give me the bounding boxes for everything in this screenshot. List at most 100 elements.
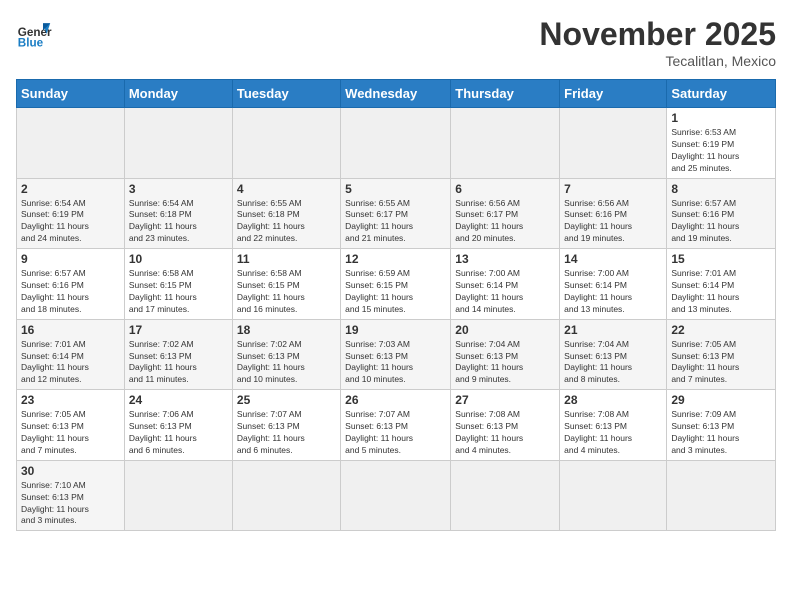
calendar-cell: 16 Sunrise: 7:01 AM Sunset: 6:14 PM Dayli… bbox=[17, 319, 125, 390]
weekday-header-wednesday: Wednesday bbox=[341, 80, 451, 108]
calendar-cell: 5 Sunrise: 6:55 AM Sunset: 6:17 PM Daylig… bbox=[341, 178, 451, 249]
day-info: Sunrise: 7:08 AM Sunset: 6:13 PM Dayligh… bbox=[455, 409, 555, 457]
day-number: 28 bbox=[564, 393, 662, 407]
calendar-week-5: 23Sunrise: 7:05 AM Sunset: 6:13 PM Dayli… bbox=[17, 390, 776, 461]
calendar-cell: 13Sunrise: 7:00 AM Sunset: 6:14 PM Dayli… bbox=[451, 249, 560, 320]
day-number: 8 bbox=[671, 182, 771, 196]
day-info: Sunrise: 7:07 AM Sunset: 6:13 PM Dayligh… bbox=[345, 409, 446, 457]
day-info: Sunrise: 6:56 AM Sunset: 6:17 PM Dayligh… bbox=[455, 198, 555, 246]
weekday-header-thursday: Thursday bbox=[451, 80, 560, 108]
day-number: 26 bbox=[345, 393, 446, 407]
day-info: Sunrise: 7:01 AM Sunset: 6:14 PM Dayligh… bbox=[671, 268, 771, 316]
calendar-cell bbox=[341, 460, 451, 531]
day-number: 24 bbox=[129, 393, 228, 407]
day-info: Sunrise: 6:54 AM Sunset: 6:19 PM Dayligh… bbox=[21, 198, 120, 246]
title-block: November 2025 Tecalitlan, Mexico bbox=[539, 16, 776, 69]
day-info: Sunrise: 7:02 AM Sunset: 6:13 PM Dayligh… bbox=[237, 339, 336, 387]
day-info: Sunrise: 7:04 AM Sunset: 6:13 PM Dayligh… bbox=[455, 339, 555, 387]
day-info: Sunrise: 7:05 AM Sunset: 6:13 PM Dayligh… bbox=[21, 409, 120, 457]
calendar-cell: 18 Sunrise: 7:02 AM Sunset: 6:13 PM Dayli… bbox=[232, 319, 340, 390]
day-info: Sunrise: 6:56 AM Sunset: 6:16 PM Dayligh… bbox=[564, 198, 662, 246]
weekday-header-row: SundayMondayTuesdayWednesdayThursdayFrid… bbox=[17, 80, 776, 108]
calendar-cell: 17Sunrise: 7:02 AM Sunset: 6:13 PM Dayli… bbox=[124, 319, 232, 390]
calendar-cell bbox=[124, 108, 232, 179]
day-info: Sunrise: 6:57 AM Sunset: 6:16 PM Dayligh… bbox=[21, 268, 120, 316]
day-number: 10 bbox=[129, 252, 228, 266]
day-number: 25 bbox=[237, 393, 336, 407]
calendar-cell: 15 Sunrise: 7:01 AM Sunset: 6:14 PM Dayli… bbox=[667, 249, 776, 320]
weekday-header-friday: Friday bbox=[560, 80, 667, 108]
day-info: Sunrise: 6:58 AM Sunset: 6:15 PM Dayligh… bbox=[129, 268, 228, 316]
day-info: Sunrise: 7:03 AM Sunset: 6:13 PM Dayligh… bbox=[345, 339, 446, 387]
calendar-cell: 10 Sunrise: 6:58 AM Sunset: 6:15 PM Dayli… bbox=[124, 249, 232, 320]
calendar-cell: 2Sunrise: 6:54 AM Sunset: 6:19 PM Daylig… bbox=[17, 178, 125, 249]
day-info: Sunrise: 7:08 AM Sunset: 6:13 PM Dayligh… bbox=[564, 409, 662, 457]
location: Tecalitlan, Mexico bbox=[539, 53, 776, 69]
calendar-cell bbox=[451, 460, 560, 531]
calendar-cell bbox=[341, 108, 451, 179]
calendar-cell: 25 Sunrise: 7:07 AM Sunset: 6:13 PM Dayli… bbox=[232, 390, 340, 461]
day-number: 20 bbox=[455, 323, 555, 337]
day-info: Sunrise: 7:04 AM Sunset: 6:13 PM Dayligh… bbox=[564, 339, 662, 387]
day-info: Sunrise: 7:00 AM Sunset: 6:14 PM Dayligh… bbox=[455, 268, 555, 316]
calendar-cell bbox=[667, 460, 776, 531]
day-info: Sunrise: 6:55 AM Sunset: 6:18 PM Dayligh… bbox=[237, 198, 336, 246]
calendar-cell: 6 Sunrise: 6:56 AM Sunset: 6:17 PM Daylig… bbox=[451, 178, 560, 249]
day-number: 18 bbox=[237, 323, 336, 337]
calendar-cell bbox=[451, 108, 560, 179]
day-info: Sunrise: 6:54 AM Sunset: 6:18 PM Dayligh… bbox=[129, 198, 228, 246]
calendar-cell: 14 Sunrise: 7:00 AM Sunset: 6:14 PM Dayli… bbox=[560, 249, 667, 320]
day-number: 5 bbox=[345, 182, 446, 196]
calendar-cell: 30 Sunrise: 7:10 AM Sunset: 6:13 PM Dayli… bbox=[17, 460, 125, 531]
day-number: 30 bbox=[21, 464, 120, 478]
logo: General Blue bbox=[16, 16, 52, 52]
calendar-cell: 26 Sunrise: 7:07 AM Sunset: 6:13 PM Dayli… bbox=[341, 390, 451, 461]
day-number: 9 bbox=[21, 252, 120, 266]
svg-text:Blue: Blue bbox=[18, 37, 44, 50]
calendar-cell: 21 Sunrise: 7:04 AM Sunset: 6:13 PM Dayli… bbox=[560, 319, 667, 390]
calendar-cell bbox=[560, 460, 667, 531]
calendar-cell: 23Sunrise: 7:05 AM Sunset: 6:13 PM Dayli… bbox=[17, 390, 125, 461]
calendar-cell: 28 Sunrise: 7:08 AM Sunset: 6:13 PM Dayli… bbox=[560, 390, 667, 461]
calendar-cell bbox=[124, 460, 232, 531]
day-info: Sunrise: 7:05 AM Sunset: 6:13 PM Dayligh… bbox=[671, 339, 771, 387]
calendar-week-3: 9 Sunrise: 6:57 AM Sunset: 6:16 PM Daylig… bbox=[17, 249, 776, 320]
day-info: Sunrise: 7:09 AM Sunset: 6:13 PM Dayligh… bbox=[671, 409, 771, 457]
calendar-cell: 11Sunrise: 6:58 AM Sunset: 6:15 PM Dayli… bbox=[232, 249, 340, 320]
day-number: 7 bbox=[564, 182, 662, 196]
day-number: 16 bbox=[21, 323, 120, 337]
day-number: 29 bbox=[671, 393, 771, 407]
weekday-header-sunday: Sunday bbox=[17, 80, 125, 108]
day-number: 19 bbox=[345, 323, 446, 337]
day-number: 27 bbox=[455, 393, 555, 407]
weekday-header-saturday: Saturday bbox=[667, 80, 776, 108]
day-number: 15 bbox=[671, 252, 771, 266]
day-info: Sunrise: 6:59 AM Sunset: 6:15 PM Dayligh… bbox=[345, 268, 446, 316]
day-info: Sunrise: 6:55 AM Sunset: 6:17 PM Dayligh… bbox=[345, 198, 446, 246]
calendar-week-4: 16 Sunrise: 7:01 AM Sunset: 6:14 PM Dayli… bbox=[17, 319, 776, 390]
day-info: Sunrise: 7:01 AM Sunset: 6:14 PM Dayligh… bbox=[21, 339, 120, 387]
calendar-cell: 29 Sunrise: 7:09 AM Sunset: 6:13 PM Dayli… bbox=[667, 390, 776, 461]
day-info: Sunrise: 7:10 AM Sunset: 6:13 PM Dayligh… bbox=[21, 480, 120, 528]
logo-icon: General Blue bbox=[16, 16, 52, 52]
day-number: 11 bbox=[237, 252, 336, 266]
day-number: 22 bbox=[671, 323, 771, 337]
calendar-cell bbox=[17, 108, 125, 179]
calendar-cell: 1Sunrise: 6:53 AM Sunset: 6:19 PM Daylig… bbox=[667, 108, 776, 179]
calendar-cell: 9 Sunrise: 6:57 AM Sunset: 6:16 PM Daylig… bbox=[17, 249, 125, 320]
calendar-cell: 24Sunrise: 7:06 AM Sunset: 6:13 PM Dayli… bbox=[124, 390, 232, 461]
calendar-cell: 3Sunrise: 6:54 AM Sunset: 6:18 PM Daylig… bbox=[124, 178, 232, 249]
calendar-week-6: 30 Sunrise: 7:10 AM Sunset: 6:13 PM Dayli… bbox=[17, 460, 776, 531]
day-number: 14 bbox=[564, 252, 662, 266]
calendar-cell bbox=[560, 108, 667, 179]
day-number: 4 bbox=[237, 182, 336, 196]
day-info: Sunrise: 7:00 AM Sunset: 6:14 PM Dayligh… bbox=[564, 268, 662, 316]
day-info: Sunrise: 7:07 AM Sunset: 6:13 PM Dayligh… bbox=[237, 409, 336, 457]
day-number: 6 bbox=[455, 182, 555, 196]
day-info: Sunrise: 6:57 AM Sunset: 6:16 PM Dayligh… bbox=[671, 198, 771, 246]
calendar-cell bbox=[232, 460, 340, 531]
weekday-header-tuesday: Tuesday bbox=[232, 80, 340, 108]
day-info: Sunrise: 6:53 AM Sunset: 6:19 PM Dayligh… bbox=[671, 127, 771, 175]
day-number: 21 bbox=[564, 323, 662, 337]
calendar-cell: 27 Sunrise: 7:08 AM Sunset: 6:13 PM Dayli… bbox=[451, 390, 560, 461]
